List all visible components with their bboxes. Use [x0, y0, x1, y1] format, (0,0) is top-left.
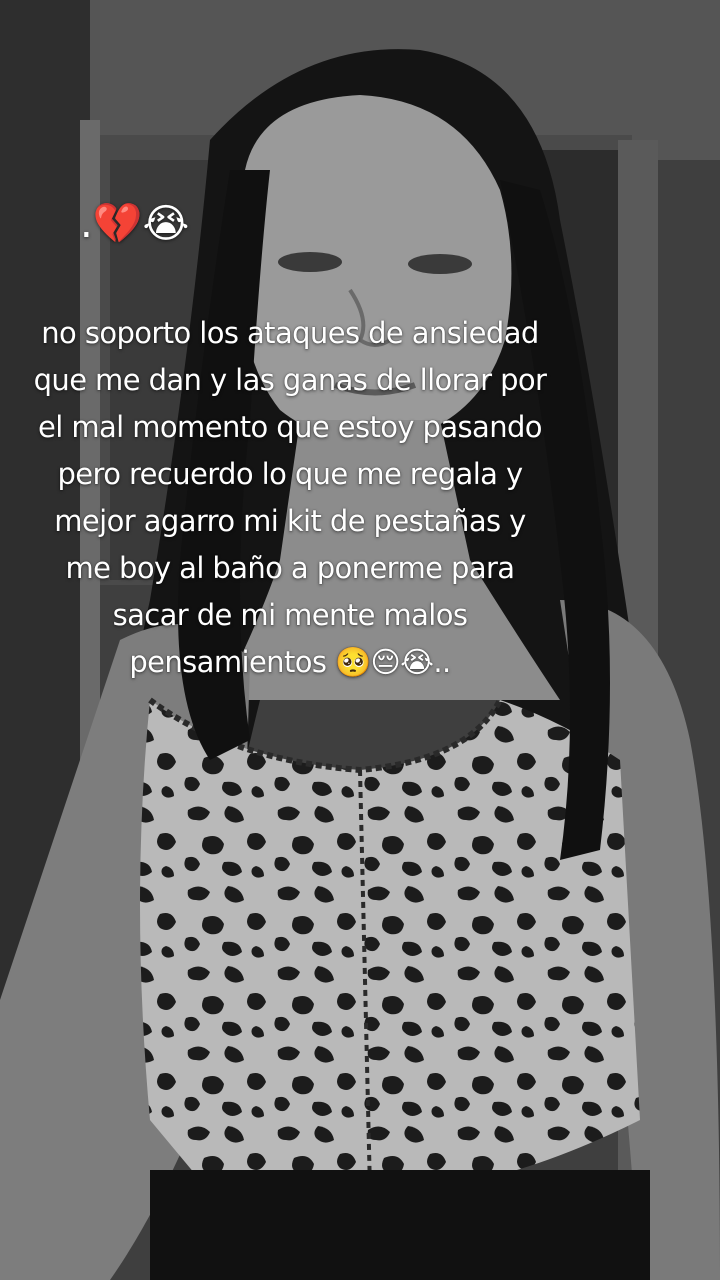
caption-line: me boy al baño a ponerme para: [65, 551, 516, 585]
caption-line: pensamientos 🥺😔😭..: [129, 645, 451, 679]
emoji-header: .💔😭: [80, 201, 190, 247]
caption-line: pero recuerdo lo que me regala y: [57, 457, 523, 491]
video-frame: .💔😭 no soporto los ataques de ansiedad q…: [0, 0, 720, 1280]
caption-line: el mal momento que estoy pasando: [38, 410, 542, 444]
caption-line: sacar de mi mente malos: [112, 598, 468, 632]
caption-line: que me dan y las ganas de llorar por: [33, 363, 547, 397]
caption-line: mejor agarro mi kit de pestañas y: [54, 504, 526, 538]
caption-text: no soporto los ataques de ansiedad que m…: [20, 310, 560, 686]
caption-line: no soporto los ataques de ansiedad: [41, 316, 539, 350]
